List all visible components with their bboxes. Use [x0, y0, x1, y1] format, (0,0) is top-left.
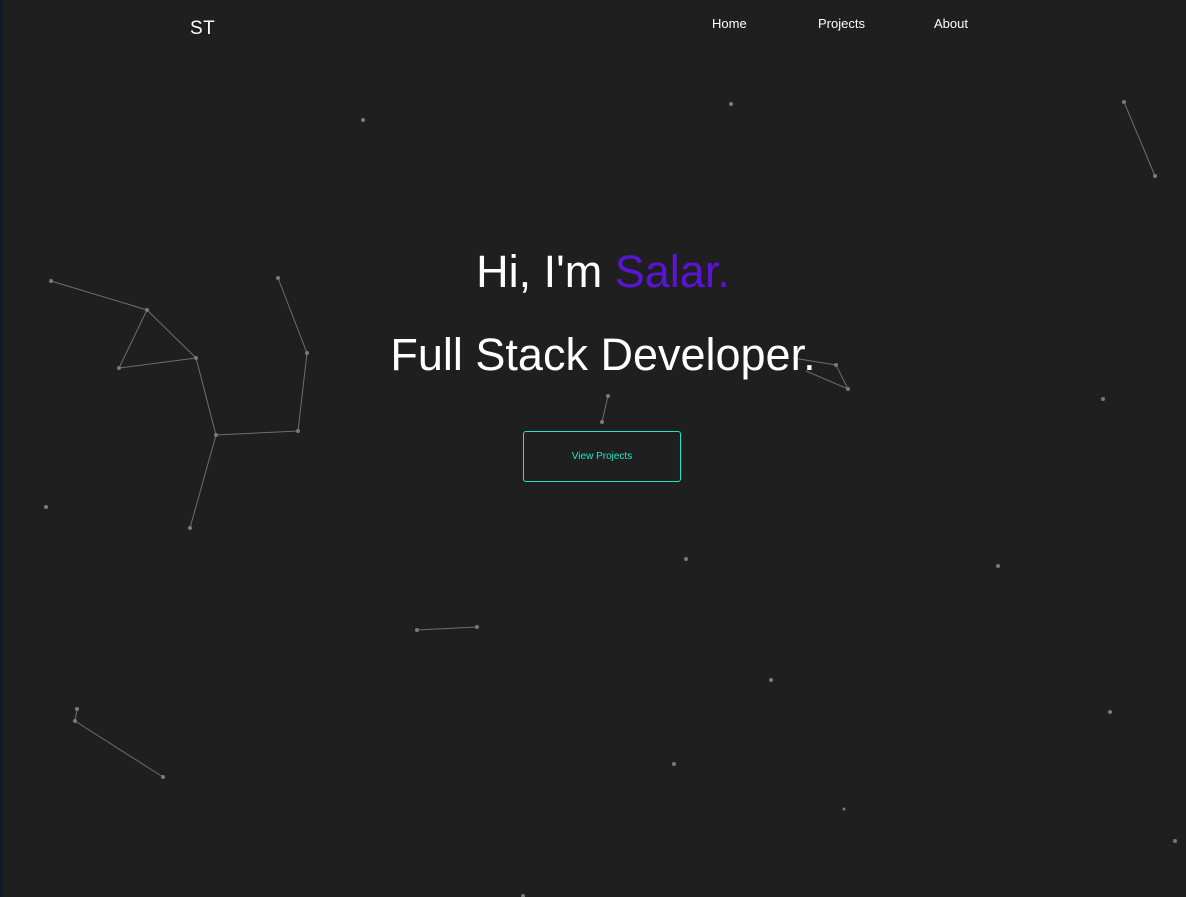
particle-link — [74, 720, 164, 778]
particle-dot — [996, 564, 1000, 568]
view-projects-button[interactable]: View Projects — [523, 431, 681, 482]
particle-dot — [161, 775, 165, 779]
particle-link — [1123, 101, 1156, 177]
particle-dot — [188, 526, 192, 530]
nav-link-about[interactable]: About — [934, 16, 968, 31]
particle-dot — [214, 433, 218, 437]
particle-dot — [600, 420, 604, 424]
hero-name: Salar. — [614, 246, 730, 297]
particle-link — [416, 626, 478, 631]
nav-link-projects[interactable]: Projects — [818, 16, 865, 31]
particle-link — [215, 430, 299, 436]
main-nav: Home Projects About — [0, 16, 1186, 36]
particle-link — [601, 395, 609, 423]
particle-dot — [475, 625, 479, 629]
particle-dot — [1108, 710, 1112, 714]
particle-dots — [44, 100, 1177, 897]
particle-dot — [361, 118, 365, 122]
particle-dot — [145, 308, 149, 312]
nav-link-home[interactable]: Home — [712, 16, 747, 31]
particle-dot — [1101, 397, 1105, 401]
particle-dot — [684, 557, 688, 561]
page: ST Home Projects About Hi, I'm Salar. Fu… — [0, 0, 1186, 897]
particle-dot — [769, 678, 773, 682]
particle-dot — [415, 628, 419, 632]
particle-dot — [1153, 174, 1157, 178]
particle-dot — [606, 394, 610, 398]
particle-dot — [1173, 839, 1177, 843]
particle-dot — [296, 429, 300, 433]
particle-dot — [672, 762, 676, 766]
particle-dot — [75, 707, 79, 711]
hero-greeting-text: Hi, I'm — [476, 246, 615, 297]
particle-dot — [729, 102, 733, 106]
particle-dot — [73, 719, 77, 723]
hero-greeting-heading: Hi, I'm Salar. — [0, 244, 1186, 300]
particle-dot — [1122, 100, 1126, 104]
particle-dot — [842, 807, 846, 811]
particle-dot — [846, 387, 850, 391]
particle-dot — [44, 505, 48, 509]
particle-link — [189, 434, 217, 529]
hero-title: Full Stack Developer. — [390, 329, 816, 380]
